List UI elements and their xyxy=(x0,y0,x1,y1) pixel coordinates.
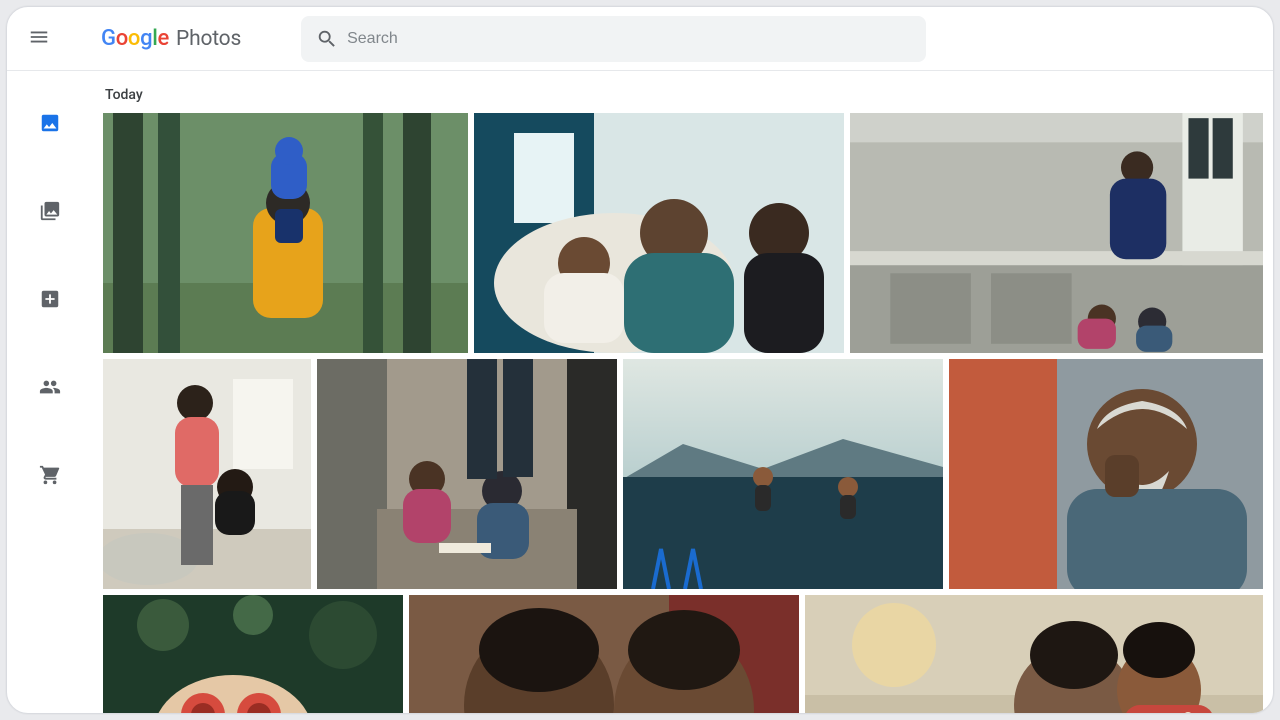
people-icon xyxy=(39,376,61,402)
nav-for-you[interactable] xyxy=(28,279,72,323)
top-bar: Google Photos xyxy=(7,7,1273,71)
image-icon xyxy=(39,112,61,138)
photo-row xyxy=(103,595,1263,713)
nav-albums[interactable] xyxy=(28,191,72,235)
photo-thumbnail[interactable] xyxy=(623,359,943,589)
google-logotype: Google xyxy=(101,26,169,51)
photo-thumbnail[interactable] xyxy=(949,359,1263,589)
photo-grid-region: Today xyxy=(93,71,1273,713)
photo-thumbnail[interactable] xyxy=(409,595,799,713)
app-window: Google Photos xyxy=(6,6,1274,714)
product-name: Photos xyxy=(176,27,241,51)
nav-print-store[interactable] xyxy=(28,455,72,499)
photo-thumbnail[interactable] xyxy=(103,113,468,353)
photo-thumbnail[interactable] xyxy=(805,595,1263,713)
cart-icon xyxy=(39,464,61,490)
photo-thumbnail[interactable] xyxy=(103,359,311,589)
date-heading: Today xyxy=(105,87,1263,103)
photo-row xyxy=(103,113,1263,353)
photo-row xyxy=(103,359,1263,589)
nav-photos[interactable] xyxy=(28,103,72,147)
sparkle-add-icon xyxy=(39,288,61,314)
photo-thumbnail[interactable] xyxy=(850,113,1263,353)
left-nav-rail xyxy=(7,71,93,713)
photo-thumbnail[interactable] xyxy=(103,595,403,713)
search-input[interactable] xyxy=(347,30,920,48)
main-menu-button[interactable] xyxy=(17,17,61,61)
search-box[interactable] xyxy=(301,16,926,62)
photo-thumbnail[interactable] xyxy=(474,113,844,353)
photo-thumbnail[interactable] xyxy=(317,359,617,589)
brand-logo[interactable]: Google Photos xyxy=(101,26,241,51)
hamburger-icon xyxy=(28,26,50,52)
collections-icon xyxy=(39,200,61,226)
nav-sharing[interactable] xyxy=(28,367,72,411)
search-icon xyxy=(307,28,347,50)
